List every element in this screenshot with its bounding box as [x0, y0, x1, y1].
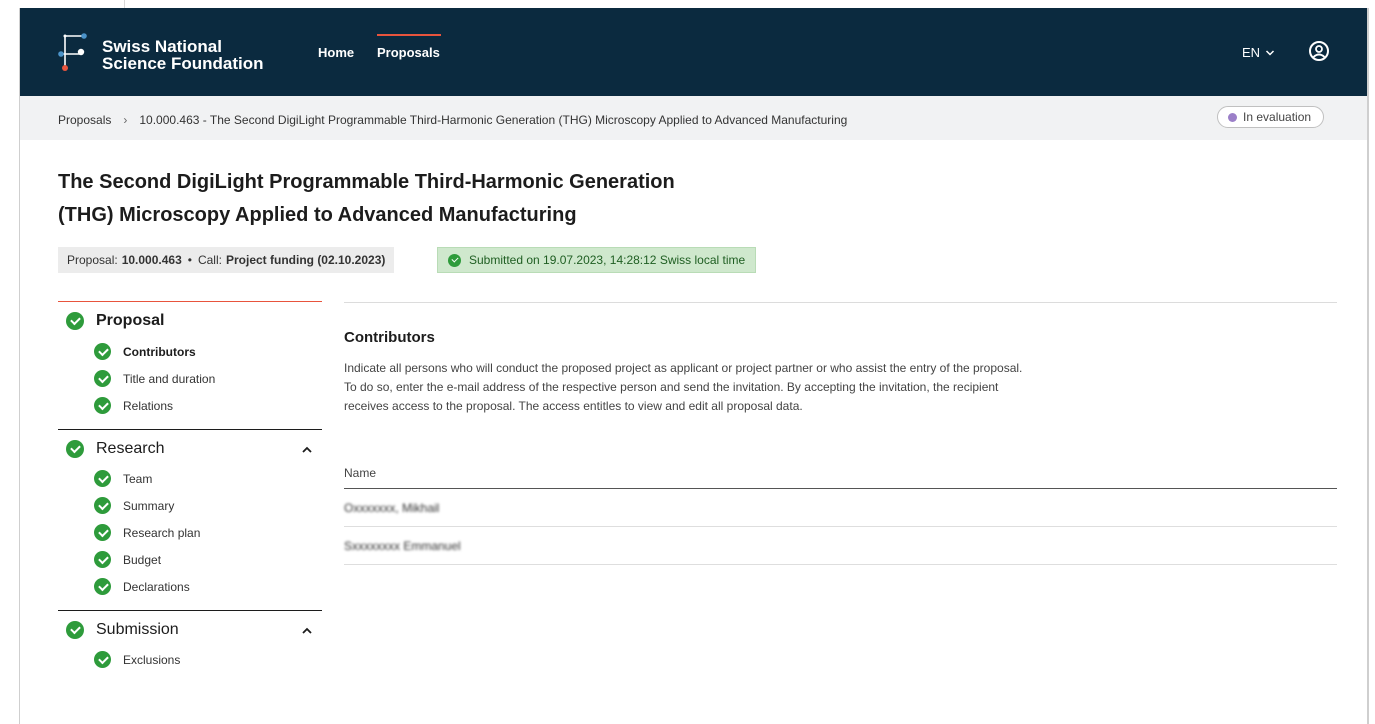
sidebar-item-label: Title and duration	[123, 371, 216, 386]
sidebar-divider-accent	[58, 301, 322, 302]
breadcrumb: Proposals › 10.000.463 - The Second DigiLi…	[58, 113, 847, 127]
check-circle-icon	[66, 621, 84, 639]
nav-home-link[interactable]: Home	[318, 45, 354, 60]
chevron-up-icon[interactable]	[301, 444, 313, 456]
sidebar-section-proposal[interactable]: Proposal	[66, 312, 164, 330]
status-label: In evaluation	[1243, 110, 1312, 124]
page-title-line-1: The Second DigiLight Programmable Third-…	[58, 171, 675, 193]
check-circle-icon	[94, 397, 111, 414]
sidebar-item-relations[interactable]: Relations	[94, 397, 173, 414]
contributor-name: Oxxxxxxx, Mikhail	[344, 501, 440, 515]
check-circle-icon	[94, 524, 111, 541]
submitted-badge: Submitted on 19.07.2023, 14:28:12 Swiss …	[437, 247, 757, 273]
table-header-name[interactable]: Name	[344, 466, 376, 480]
check-circle-icon	[94, 370, 111, 387]
sidebar-item-research-plan[interactable]: Research plan	[94, 524, 200, 541]
status-dot-icon	[1228, 112, 1237, 122]
nav-active-indicator	[377, 34, 441, 36]
proposal-meta: Proposal: 10.000.463 • Call: Project fun…	[58, 247, 395, 273]
check-circle-icon	[94, 343, 111, 360]
description-line-3: receives access to the proposal. The acc…	[344, 399, 803, 413]
contributor-name: Sxxxxxxxx Emmanuel	[344, 539, 461, 553]
sidebar-item-label: Contributors	[123, 344, 196, 359]
sidebar-item-budget[interactable]: Budget	[94, 551, 161, 568]
sidebar-divider	[58, 429, 322, 430]
sidebar-item-team[interactable]: Team	[94, 470, 152, 487]
table-row[interactable]: Oxxxxxxx, Mikhail	[344, 489, 1337, 527]
brand-line-2: Science Foundation	[102, 54, 264, 73]
frame-divider	[124, 0, 125, 8]
top-navigation-bar: Swiss National Science Foundation Home P…	[20, 8, 1367, 96]
sidebar-section-research[interactable]: Research	[66, 440, 164, 458]
check-circle-icon	[66, 440, 84, 458]
submitted-text: Submitted on 19.07.2023, 14:28:12 Swiss …	[469, 253, 746, 267]
breadcrumb-bar: Proposals › 10.000.463 - The Second DigiLi…	[20, 96, 1367, 140]
sidebar-section-label: Submission	[96, 621, 179, 638]
check-circle-icon	[66, 312, 84, 330]
breadcrumb-proposals-link[interactable]: Proposals	[58, 113, 111, 127]
call-label: Call:	[197, 253, 222, 267]
sidebar-item-exclusions[interactable]: Exclusions	[94, 651, 180, 668]
brand-line-1: Swiss National	[102, 37, 222, 56]
sidebar-item-label: Declarations	[123, 579, 190, 594]
check-circle-icon	[94, 551, 111, 568]
content-divider	[344, 302, 1337, 303]
app-window: Swiss National Science Foundation Home P…	[20, 8, 1367, 724]
browser-frame: Swiss National Science Foundation Home P…	[0, 0, 1375, 724]
sidebar-section-submission[interactable]: Submission	[66, 621, 179, 639]
sidebar-item-contributors[interactable]: Contributors	[94, 343, 196, 360]
meta-separator: •	[187, 253, 192, 267]
call-name: Project funding (02.10.2023)	[225, 253, 386, 267]
check-circle-icon	[94, 651, 111, 668]
section-heading: Contributors	[344, 329, 435, 346]
proposal-number: 10.000.463	[121, 253, 182, 267]
chevron-down-icon	[1266, 49, 1275, 56]
sidebar-item-label: Research plan	[123, 525, 201, 540]
sidebar-item-label: Summary	[123, 498, 175, 513]
sidebar-section-label: Proposal	[96, 312, 165, 329]
check-circle-icon	[94, 470, 111, 487]
sidebar-item-declarations[interactable]: Declarations	[94, 578, 190, 595]
sidebar-item-label: Exclusions	[123, 652, 181, 667]
sidebar-item-label: Relations	[123, 398, 174, 413]
table-row[interactable]: Sxxxxxxxx Emmanuel	[344, 527, 1337, 565]
check-circle-icon	[94, 578, 111, 595]
sidebar-item-summary[interactable]: Summary	[94, 497, 174, 514]
section-description: Indicate all persons who will conduct th…	[344, 359, 1124, 416]
breadcrumb-separator: ›	[123, 113, 128, 127]
sidebar-item-title-and-duration[interactable]: Title and duration	[94, 370, 215, 387]
brand-name[interactable]: Swiss National Science Foundation	[102, 38, 264, 72]
user-account-icon[interactable]	[1308, 40, 1330, 62]
page-title-line-2: (THG) Microscopy Applied to Advanced Man…	[58, 204, 577, 226]
language-label: EN	[1242, 45, 1261, 60]
breadcrumb-current: 10.000.463 - The Second DigiLight Progra…	[139, 113, 848, 127]
description-line-2: To do so, enter the e-mail address of th…	[344, 380, 999, 394]
sidebar-item-label: Budget	[123, 552, 162, 567]
proposal-label: Proposal:	[67, 253, 118, 267]
sidebar-section-label: Research	[96, 440, 165, 457]
nav-proposals-link[interactable]: Proposals	[377, 45, 440, 60]
frame-border-right	[1367, 8, 1369, 724]
snsf-logo-icon[interactable]	[58, 22, 88, 72]
check-circle-icon	[448, 253, 461, 267]
check-circle-icon	[94, 497, 111, 514]
chevron-up-icon[interactable]	[301, 625, 313, 637]
language-selector[interactable]: EN	[1242, 45, 1275, 60]
sidebar-item-label: Team	[123, 471, 153, 486]
page-title: The Second DigiLight Programmable Third-…	[58, 166, 818, 232]
description-line-1: Indicate all persons who will conduct th…	[344, 361, 1023, 375]
sidebar-divider	[58, 610, 322, 611]
status-badge: In evaluation	[1217, 106, 1325, 128]
